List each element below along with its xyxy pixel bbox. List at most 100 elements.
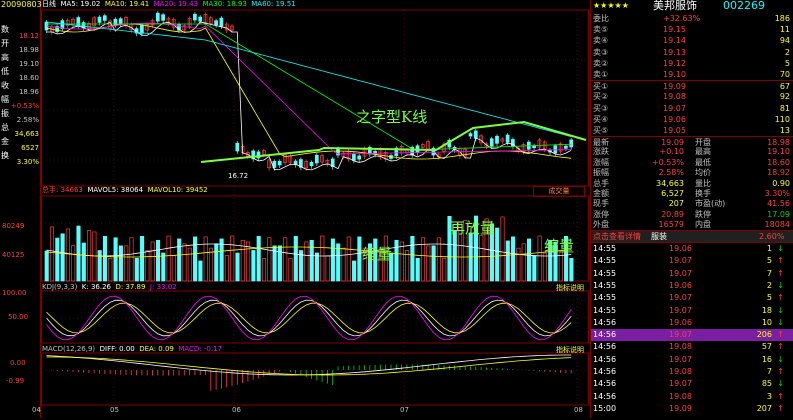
stock-code: 002269 xyxy=(723,0,765,12)
candle-body xyxy=(140,25,144,34)
volume-bar xyxy=(314,252,320,282)
stats-value: 18084 xyxy=(764,220,790,230)
volume-bar xyxy=(516,247,521,282)
tab-daily[interactable]: 日线 xyxy=(42,0,56,8)
tick-row[interactable]: 14:55 19.07 7 ↑ xyxy=(591,268,793,280)
volume-bar xyxy=(431,245,436,282)
order-book-volume: 81 xyxy=(779,103,790,113)
volume-type-button[interactable]: 成交量 xyxy=(533,186,585,197)
chart-svg[interactable] xyxy=(41,0,589,418)
volume-bar xyxy=(71,245,76,282)
volume-bar xyxy=(320,235,325,282)
candle-body xyxy=(161,14,165,21)
order-book-label: 买③ xyxy=(593,103,609,113)
order-book-price: 19.10 xyxy=(663,70,686,79)
candle-body xyxy=(193,13,197,21)
sector-change: 2.60% xyxy=(759,232,785,241)
order-book-label: 委比 xyxy=(593,14,609,23)
tick-volume: 85 xyxy=(761,379,772,389)
tick-row[interactable]: 14:56 19.08 3 ↑ xyxy=(591,391,793,403)
volume-bar xyxy=(511,236,516,282)
quote-panel: ★★★★★ 美邦服饰 002269 委比 +32.63% 186 卖⑤ 19.15 11 卖… xyxy=(590,0,793,418)
kdj-j: J: 33.02 xyxy=(149,283,177,291)
volume-bar xyxy=(129,237,134,282)
tick-time: 14:55 xyxy=(593,280,617,290)
stats-value: 18.92 xyxy=(767,168,790,178)
tick-row[interactable]: 14:56 19.07 206 ↑ xyxy=(591,329,793,342)
kdj-help-button[interactable]: 指标说明 xyxy=(556,283,584,293)
sector-name[interactable]: 服装 xyxy=(651,231,667,242)
order-book-label: 卖① xyxy=(593,70,609,79)
stats-key: 金额 xyxy=(593,189,609,198)
ma30-line xyxy=(46,23,572,151)
order-book-volume: 5 xyxy=(784,58,790,68)
stats-value: 0.90 xyxy=(772,178,790,188)
volume-bar xyxy=(124,245,129,282)
tick-volume: 1 xyxy=(766,244,772,253)
volume-bar xyxy=(336,243,341,282)
order-book-row: 买③ 19.07 81 xyxy=(591,103,793,114)
chart-area[interactable] xyxy=(41,0,589,418)
volume-bar xyxy=(161,252,166,282)
tick-time: 14:56 xyxy=(593,367,617,376)
order-book-volume: 92 xyxy=(779,92,790,102)
stats-key: 跌停 xyxy=(695,209,711,219)
arrow-up-icon: ↑ xyxy=(777,268,784,278)
order-book-volume: 94 xyxy=(779,36,790,46)
volume-header: 总手: 34663 MAVOL5: 38064 MAVOL10: 39452 xyxy=(42,186,208,195)
stats-value: 6,527 xyxy=(661,189,684,198)
volume-bar xyxy=(187,247,192,282)
detail-bar[interactable]: 点击查看详情 服装 2.60% xyxy=(591,230,793,243)
kdj-d: D: 37.89 xyxy=(115,283,146,291)
candle-body xyxy=(60,20,65,29)
tick-row[interactable]: 14:55 19.07 5 ↑ xyxy=(591,292,793,304)
arrow-down-icon: ↓ xyxy=(777,244,784,253)
volume-bar xyxy=(415,258,420,282)
volume-bar xyxy=(224,255,229,282)
stats-key: 市盈(动) xyxy=(695,199,726,209)
stats-key: 涨停 xyxy=(593,209,609,219)
tick-row[interactable]: 14:56 19.08 57 ↑ xyxy=(591,341,793,353)
stats-value: 17.09 xyxy=(767,209,790,219)
arrow-up-icon: ↑ xyxy=(777,330,784,340)
tick-row[interactable]: 14:55 19.06 1 ↓ xyxy=(591,243,793,255)
tick-row[interactable]: 14:56 19.07 16 ↓ xyxy=(591,354,793,366)
tick-time: 14:55 xyxy=(593,244,617,253)
arrow-down-icon: ↓ xyxy=(777,280,784,290)
vol-ylabel-high: 80249 xyxy=(2,222,25,230)
rating-stars-icon: ★★★★★ xyxy=(593,1,629,10)
shrink-annotation-1: 缩量 xyxy=(362,245,393,263)
detail-link[interactable]: 点击查看详情 xyxy=(593,231,641,242)
volume-bar xyxy=(177,238,182,282)
tick-row[interactable]: 14:55 19.07 18 ↓ xyxy=(591,305,793,317)
volume-bar xyxy=(198,260,203,282)
stats-key: 外盘 xyxy=(593,220,609,230)
candle-body xyxy=(198,16,203,22)
tick-row[interactable]: 14:56 19.08 7 ↑ xyxy=(591,366,793,378)
volume-bar xyxy=(219,238,224,282)
order-book-volume: 70 xyxy=(779,70,790,79)
tick-row[interactable]: 14:56 19.06 10 ↓ xyxy=(591,317,793,329)
order-book-price: +32.63% xyxy=(663,14,701,23)
volume-bar xyxy=(166,235,171,282)
tick-row[interactable]: 14:56 19.07 85 ↓ xyxy=(591,378,793,390)
order-book-row: 卖② 19.12 5 xyxy=(591,58,793,69)
macd-help-button[interactable]: 指标说明 xyxy=(556,345,584,355)
candle-body xyxy=(314,154,319,164)
stats-key: 内盘 xyxy=(695,220,711,230)
stats-row: 现手 207 市盈(动) 41.56 xyxy=(591,198,793,209)
kdj-name: KDJ(9,3,3) xyxy=(42,283,78,291)
info-label-value: 3.30% xyxy=(16,158,39,166)
tick-row[interactable]: 14:55 19.07 5 ↑ xyxy=(591,255,793,267)
tick-row[interactable]: 15:00 19.09 207 ↑ xyxy=(591,403,793,415)
low-price-label: 16.72 xyxy=(228,172,249,180)
volume-bar xyxy=(293,235,298,282)
order-book-volume: 13 xyxy=(779,126,790,135)
tick-price: 19.07 xyxy=(669,379,692,389)
zigzag-annotation: 之字型K线 xyxy=(356,108,428,126)
tick-row[interactable]: 14:55 19.06 2 ↓ xyxy=(591,280,793,292)
order-book-label: 卖⑤ xyxy=(593,25,609,35)
volume-bar xyxy=(569,258,574,282)
order-book-label: 买⑤ xyxy=(593,126,609,135)
tick-price: 19.07 xyxy=(669,354,692,364)
